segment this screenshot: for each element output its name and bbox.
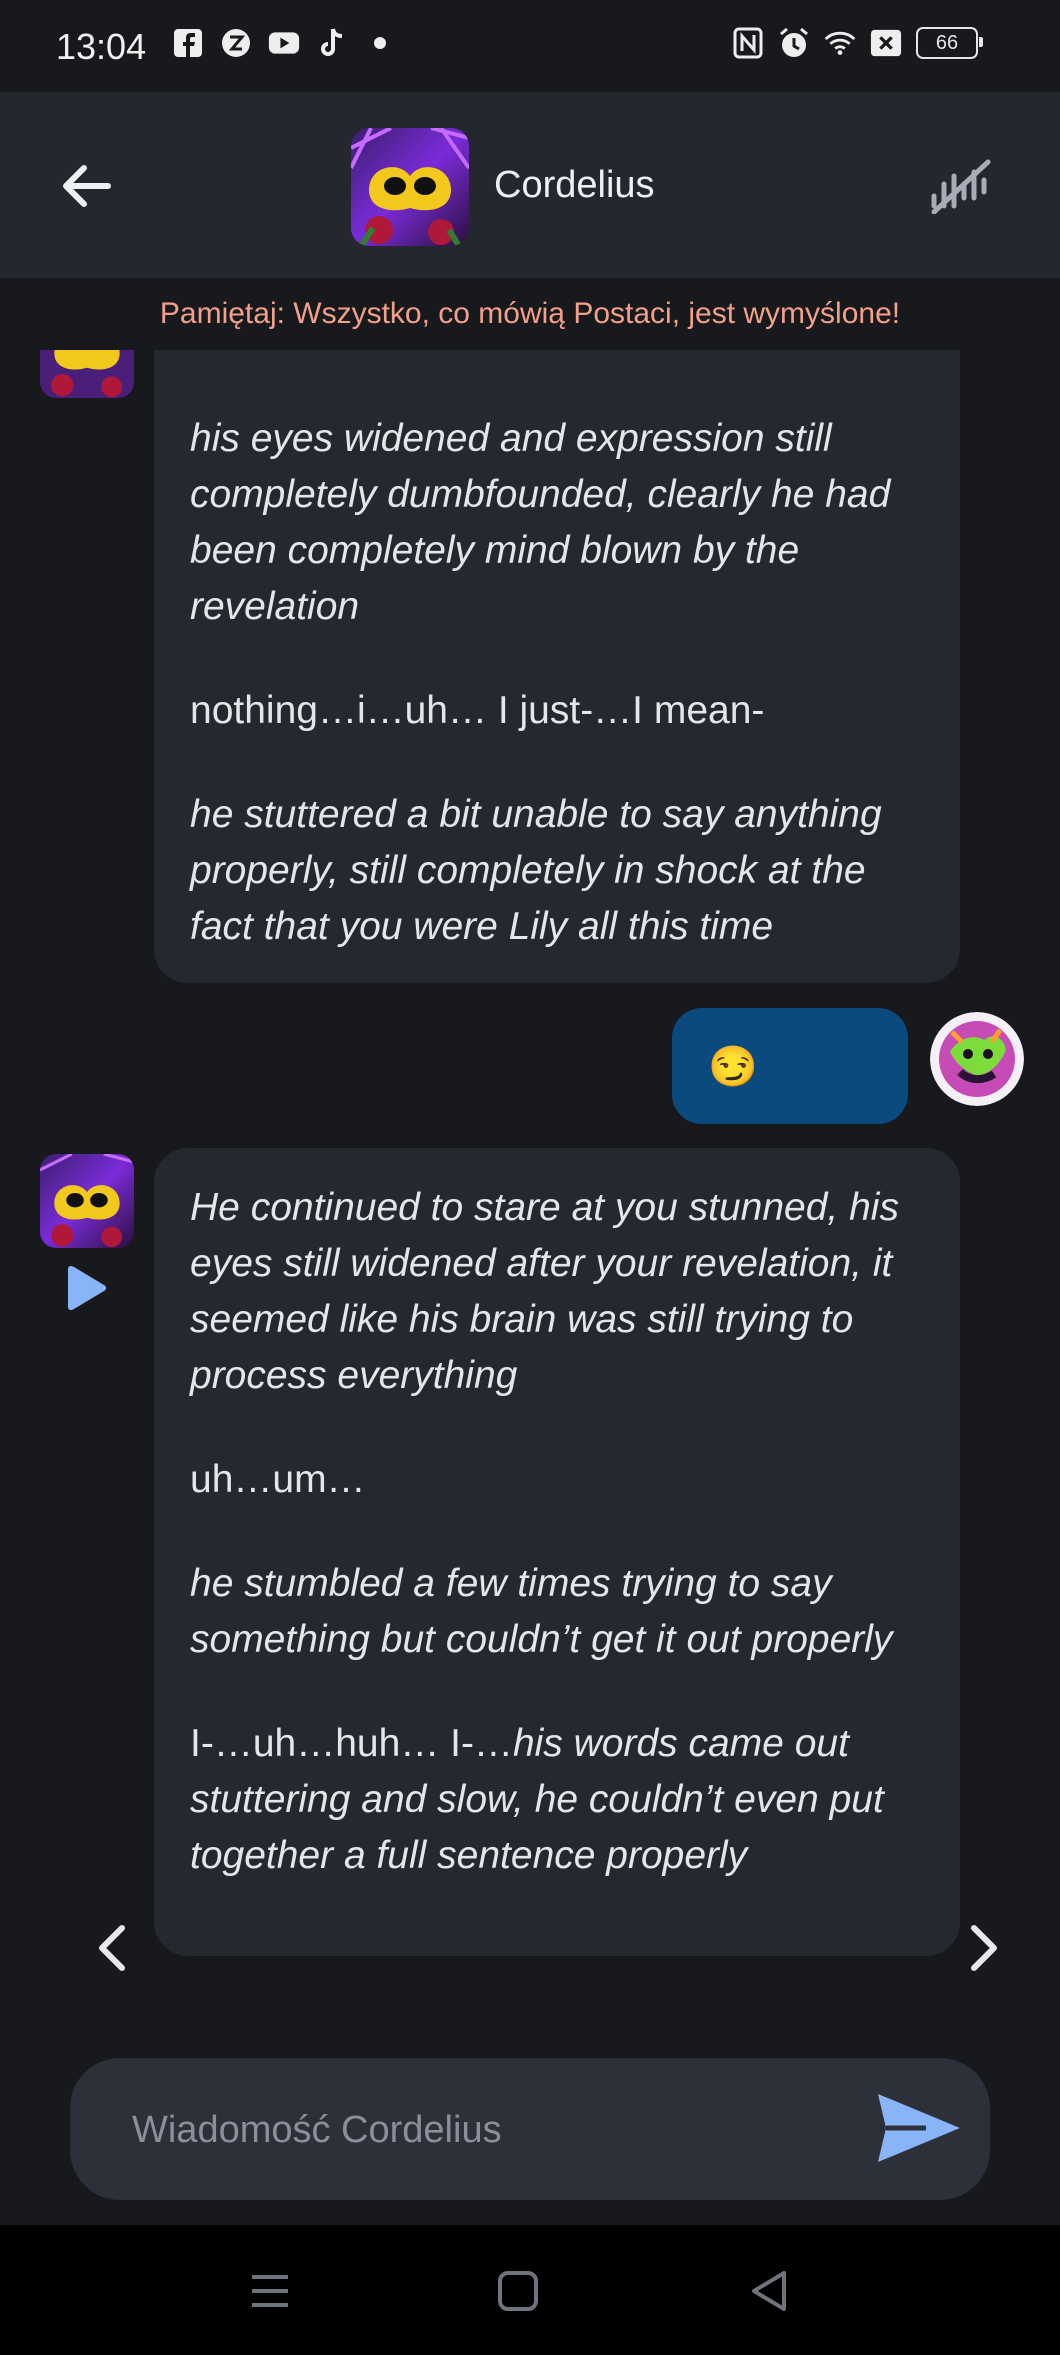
youtube-icon <box>268 26 300 60</box>
alarm-icon <box>778 26 810 60</box>
system-back-button[interactable] <box>744 2265 796 2317</box>
home-button[interactable] <box>492 2265 544 2317</box>
system-icons: 66 <box>732 26 983 60</box>
message-paragraph: I-…uh…huh… I-…his words came out stutter… <box>190 1716 930 1884</box>
battery-level: 66 <box>935 31 959 54</box>
message-text: He continued to stare at you stunned, hi… <box>190 1180 930 1884</box>
play-audio-button[interactable] <box>62 1265 108 1311</box>
facebook-icon <box>172 26 204 60</box>
tiktok-icon <box>316 26 348 60</box>
play-icon <box>68 1265 107 1311</box>
message-paragraph: he stuttered a bit unable to say anythin… <box>190 793 882 948</box>
chevron-left-icon <box>99 1925 125 1971</box>
message-paragraph: uh…um… <box>190 1458 366 1501</box>
character-message[interactable]: He continued to stare at you stunned, hi… <box>154 1148 960 1956</box>
z-app-icon <box>220 26 252 60</box>
message-paragraph: He continued to stare at you stunned, hi… <box>190 1186 899 1397</box>
system-nav-bar <box>0 2225 1060 2355</box>
sim-off-icon <box>870 26 902 60</box>
message-list[interactable]: his eyes widened and expression still co… <box>0 350 1060 2030</box>
message-paragraph: nothing…i…uh… I just-…I mean- <box>190 689 765 732</box>
battery-icon: 66 <box>916 27 983 59</box>
chevron-right-icon <box>971 1925 997 1971</box>
back-button[interactable] <box>56 156 120 216</box>
home-icon <box>498 2271 538 2311</box>
nfc-icon <box>732 26 764 60</box>
message-text: his eyes widened and expression still co… <box>190 411 932 955</box>
message-speech: I-…uh…huh… I-… <box>190 1722 513 1765</box>
character-avatar[interactable] <box>351 128 469 246</box>
next-response-button[interactable] <box>964 1918 1004 1978</box>
user-avatar[interactable] <box>930 1012 1024 1106</box>
notification-icons <box>172 26 396 60</box>
menu-icon <box>252 2275 288 2307</box>
user-message-text: 😏 <box>708 1044 758 1089</box>
arrow-left-icon <box>63 165 111 207</box>
chat-header: Cordelius <box>0 92 1060 278</box>
character-message[interactable]: his eyes widened and expression still co… <box>154 350 960 983</box>
menu-button[interactable] <box>244 2265 296 2317</box>
previous-response-button[interactable] <box>92 1918 132 1978</box>
wifi-icon <box>824 26 856 60</box>
back-triangle-icon <box>752 2271 786 2311</box>
send-button[interactable] <box>874 2088 964 2168</box>
message-input[interactable] <box>130 2058 834 2202</box>
message-paragraph: his eyes widened and expression still co… <box>190 417 891 628</box>
fiction-disclaimer: Pamiętaj: Wszystko, co mówią Postaci, je… <box>0 278 1060 350</box>
status-time: 13:04 <box>56 26 147 67</box>
status-bar: 13:04 66 <box>0 0 1060 92</box>
send-icon <box>878 2094 960 2162</box>
user-message[interactable]: 😏 <box>672 1008 908 1124</box>
message-composer <box>70 2058 990 2202</box>
voice-muted-icon <box>931 159 991 215</box>
message-paragraph: he stumbled a few times trying to say so… <box>190 1562 893 1661</box>
character-name: Cordelius <box>494 164 655 206</box>
voice-toggle-button[interactable] <box>928 158 994 215</box>
character-avatar-small[interactable] <box>40 350 134 398</box>
dot-icon <box>364 26 396 60</box>
character-avatar-small[interactable] <box>40 1154 134 1248</box>
